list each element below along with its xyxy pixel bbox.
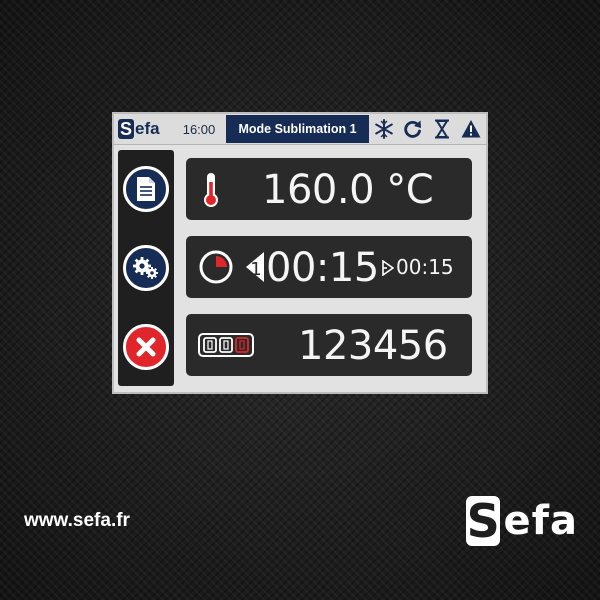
timer-progress-icon [199, 250, 233, 284]
brand-initial: S [466, 494, 501, 548]
mode-selector[interactable]: Mode Sublimation 1 [226, 115, 369, 143]
svg-text:1: 1 [250, 259, 261, 280]
brand-logo: S efa [466, 496, 578, 546]
document-button[interactable] [123, 166, 169, 212]
device-screen: Sefa 16:00 Mode Sublimation 1 160.0 °C 1… [112, 112, 488, 394]
hourglass-icon[interactable] [431, 118, 453, 140]
warning-icon[interactable] [460, 118, 482, 140]
status-bar: Sefa 16:00 Mode Sublimation 1 [114, 114, 486, 145]
snowflake-icon[interactable] [373, 118, 395, 140]
logo-text: efa [135, 119, 160, 138]
sefa-logo: Sefa [114, 114, 172, 144]
status-icons [369, 114, 486, 144]
counter-value: 123456 [298, 323, 448, 369]
close-icon [136, 337, 156, 357]
timer-panel[interactable]: 1 00:15 00:15 [186, 236, 472, 298]
timer-secondary-value: 00:15 [396, 255, 454, 279]
clock-time: 16:00 [182, 121, 216, 137]
settings-gears-icon [133, 257, 158, 279]
play-arrow-icon [382, 260, 394, 276]
counter-icon [198, 333, 254, 357]
counter-panel[interactable]: 123456 [186, 314, 472, 376]
temperature-panel[interactable]: 160.0 °C [186, 158, 472, 220]
temperature-value: 160.0 °C [262, 167, 434, 213]
document-icon [137, 177, 155, 201]
sidebar [118, 150, 174, 386]
timer-main-value: 00:15 [266, 245, 379, 291]
website-link[interactable]: www.sefa.fr [24, 510, 130, 532]
cancel-button[interactable] [123, 324, 169, 370]
brand-text: efa [503, 498, 578, 544]
thermometer-icon [204, 173, 218, 207]
refresh-icon[interactable] [402, 118, 424, 140]
settings-button[interactable] [123, 245, 169, 291]
logo-initial: S [118, 119, 134, 139]
countdown-arrow-icon: 1 [246, 252, 264, 282]
